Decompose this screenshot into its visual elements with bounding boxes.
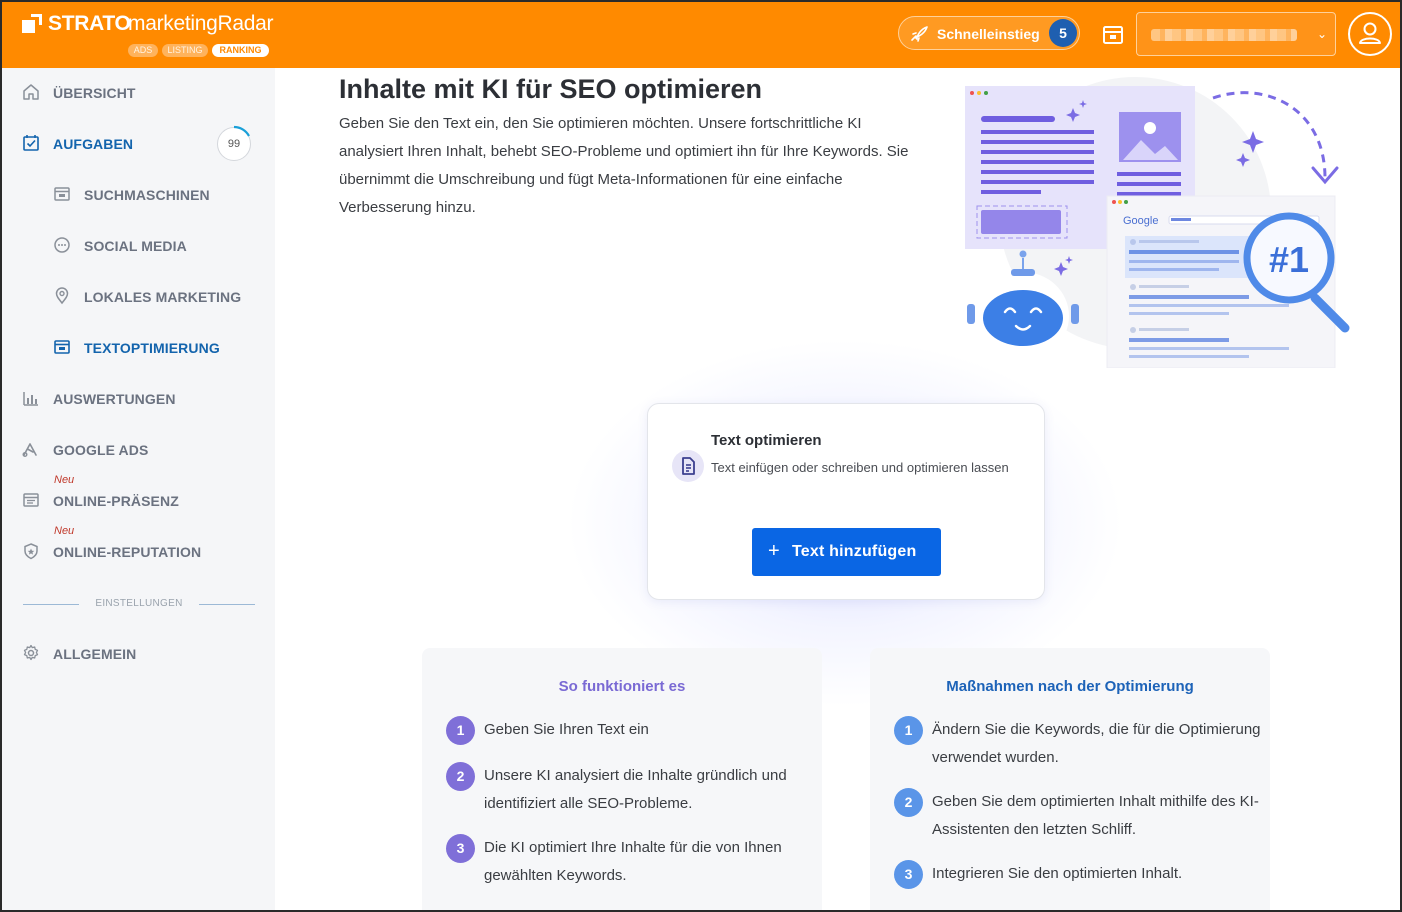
app-frame: STRATO marketingRadar ADS LISTING RANKIN… xyxy=(0,0,1402,912)
quickstart-button[interactable]: Schnelleinstieg 5 xyxy=(898,16,1080,50)
step-text: Geben Sie dem optimierten Inhalt mithilf… xyxy=(932,793,1259,838)
card-title: Text optimieren xyxy=(711,432,822,449)
step-text: Ändern Sie die Keywords, die für die Opt… xyxy=(932,721,1261,766)
after-optimization-card: Maßnahmen nach der Optimierung 1 Ändern … xyxy=(870,648,1270,910)
sidebar-item-label: AUFGABEN xyxy=(53,136,134,152)
top-bar: STRATO marketingRadar ADS LISTING RANKIN… xyxy=(2,2,1400,68)
step-text: Integrieren Sie den optimierten Inhalt. xyxy=(932,865,1183,882)
how-it-works-title: So funktioniert es xyxy=(558,678,686,695)
seo-ai-illustration: Google #1 xyxy=(965,77,1350,368)
step-text: Die KI optimiert Ihre Inhalte für die vo… xyxy=(484,839,782,884)
bar-chart-icon xyxy=(23,392,38,406)
sidebar-item-social-media[interactable]: SOCIAL MEDIA xyxy=(2,225,275,265)
shield-star-icon xyxy=(24,543,38,560)
user-icon xyxy=(1359,22,1381,44)
step-number: 1 xyxy=(446,716,475,745)
pill-listing: LISTING xyxy=(162,44,208,57)
sidebar-item-label: LOKALES MARKETING xyxy=(84,289,242,305)
settings-separator: EINSTELLUNGEN xyxy=(23,598,255,610)
google-ads-icon xyxy=(22,443,37,457)
sidebar-item-label: ONLINE-PRÄSENZ xyxy=(53,493,179,509)
sidebar-item-label: ONLINE-REPUTATION xyxy=(53,544,202,560)
sidebar-item-lokales-marketing[interactable]: LOKALES MARKETING xyxy=(2,276,275,316)
text-optimize-card: Text optimieren Text einfügen oder schre… xyxy=(647,403,1045,600)
sidebar-item-uebersicht[interactable]: ÜBERSICHT xyxy=(2,72,275,112)
card-description: Text einfügen oder schreiben und optimie… xyxy=(711,460,1009,475)
step-number: 3 xyxy=(446,834,475,863)
sidebar-item-label: SUCHMASCHINEN xyxy=(84,187,210,203)
google-wordmark: Google xyxy=(1123,215,1158,227)
sidebar-item-auswertungen[interactable]: AUSWERTUNGEN xyxy=(2,378,275,418)
after-optimization-title: Maßnahmen nach der Optimierung xyxy=(946,678,1194,695)
sidebar: ÜBERSICHT AUFGABEN 99 SUCHMASCHINEN SOCI… xyxy=(2,68,275,910)
quickstart-label: Schnelleinstieg xyxy=(937,26,1040,42)
sidebar-item-label: ALLGEMEIN xyxy=(53,646,137,662)
main-content: Inhalte mit KI für SEO optimieren Geben … xyxy=(275,68,1400,910)
map-pin-icon xyxy=(55,287,69,305)
pill-ads: ADS xyxy=(128,44,158,57)
rank-one-badge: #1 xyxy=(1269,239,1309,280)
rocket-icon xyxy=(911,26,928,42)
quickstart-count-badge: 5 xyxy=(1049,19,1077,47)
sidebar-item-textoptimierung[interactable]: TEXTOPTIMIERUNG xyxy=(2,327,275,367)
account-select[interactable]: ⌄ xyxy=(1136,12,1336,56)
strato-logo-mark xyxy=(22,14,42,34)
step-number: 3 xyxy=(894,860,923,889)
sidebar-item-label: ÜBERSICHT xyxy=(53,85,136,101)
step-text: Geben Sie Ihren Text ein xyxy=(484,721,649,738)
presence-icon xyxy=(23,493,39,507)
sidebar-item-label: AUSWERTUNGEN xyxy=(53,391,176,407)
checkbox-icon xyxy=(23,135,39,151)
step-number: 2 xyxy=(446,762,475,791)
sidebar-item-online-praesenz[interactable]: ONLINE-PRÄSENZ xyxy=(2,480,275,520)
product-name: marketingRadar xyxy=(128,12,274,35)
browser-icon xyxy=(54,340,70,354)
sidebar-item-label: TEXTOPTIMIERUNG xyxy=(84,340,220,356)
add-text-button-label: Text hinzufügen xyxy=(792,543,917,560)
step-number: 2 xyxy=(894,788,923,817)
page-title: Inhalte mit KI für SEO optimieren xyxy=(339,74,763,104)
document-icon xyxy=(672,450,704,482)
sidebar-item-label: SOCIAL MEDIA xyxy=(84,238,187,254)
step-number: 1 xyxy=(894,716,923,745)
archive-icon[interactable] xyxy=(1102,24,1124,46)
task-progress-ring xyxy=(233,125,250,137)
sidebar-item-allgemein[interactable]: ALLGEMEIN xyxy=(2,633,275,673)
gear-icon xyxy=(23,644,39,661)
page-intro: Geben Sie den Text ein, den Sie optimier… xyxy=(339,115,909,216)
browser-icon xyxy=(54,187,70,201)
sidebar-item-suchmaschinen[interactable]: SUCHMASCHINEN xyxy=(2,174,275,214)
chat-bubble-icon xyxy=(54,237,70,253)
step-text: Unsere KI analysiert die Inhalte gründli… xyxy=(484,767,787,812)
sidebar-item-label: GOOGLE ADS xyxy=(53,442,149,458)
home-icon xyxy=(23,84,39,100)
sidebar-item-online-reputation[interactable]: ONLINE-REPUTATION xyxy=(2,531,275,571)
how-it-works-card: So funktioniert es 1 Geben Sie Ihren Tex… xyxy=(422,648,822,910)
user-profile-button[interactable] xyxy=(1348,12,1392,56)
brand-name: STRATO xyxy=(48,12,131,35)
sidebar-item-google-ads[interactable]: GOOGLE ADS xyxy=(2,429,275,469)
add-text-button[interactable]: + Text hinzufügen xyxy=(752,528,941,576)
plus-icon: + xyxy=(768,540,780,562)
account-name-redacted xyxy=(1151,29,1297,41)
sidebar-item-aufgaben[interactable]: AUFGABEN 99 xyxy=(2,123,275,163)
chevron-down-icon: ⌄ xyxy=(1316,27,1327,41)
pill-ranking: RANKING xyxy=(212,44,269,57)
